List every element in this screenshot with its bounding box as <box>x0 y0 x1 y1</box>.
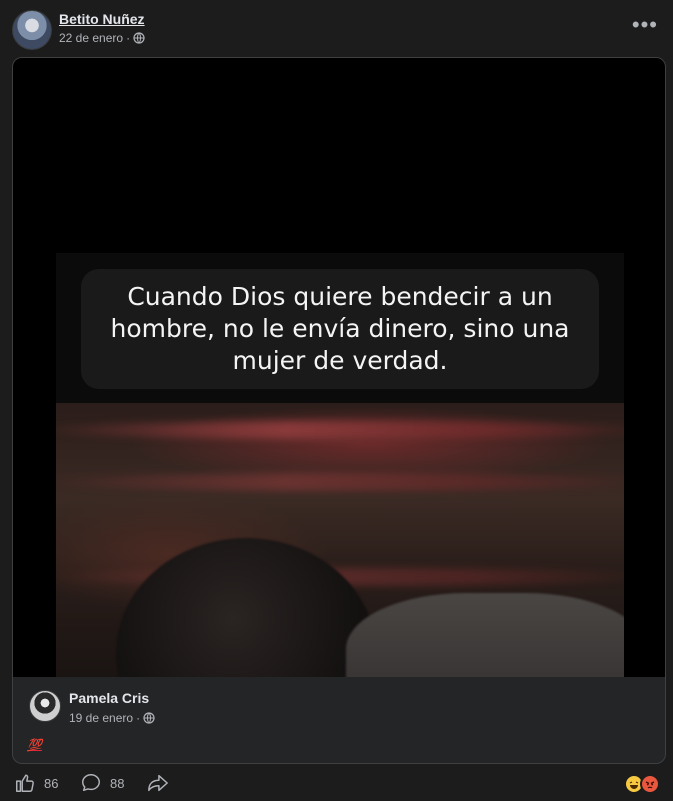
like-count: 86 <box>44 775 59 791</box>
reactions-summary[interactable] <box>624 774 662 796</box>
comment-count: 88 <box>110 775 125 791</box>
thumbs-up-icon <box>16 774 34 792</box>
angry-face-icon <box>640 774 660 794</box>
globe-icon <box>133 32 145 44</box>
shared-post-card[interactable]: Cuando Dios quiere bendecir a un hombre,… <box>12 57 666 764</box>
hundred-points-icon: 💯 <box>27 738 42 752</box>
original-author-name[interactable]: Pamela Cris <box>69 690 149 706</box>
video-scene-image <box>56 403 624 677</box>
author-avatar[interactable] <box>12 10 52 50</box>
comment-button[interactable]: 88 <box>80 772 124 794</box>
original-post-date[interactable]: 19 de enero <box>69 711 133 725</box>
more-horizontal-icon[interactable]: ••• <box>632 14 658 36</box>
share-button[interactable] <box>146 772 170 794</box>
post-meta: 22 de enero · <box>59 31 145 45</box>
post-action-bar: 86 88 <box>12 772 662 798</box>
video-player[interactable]: Cuando Dios quiere bendecir a un hombre,… <box>13 58 665 677</box>
comment-icon <box>82 774 100 792</box>
like-button[interactable]: 86 <box>14 772 58 794</box>
video-frame: Cuando Dios quiere bendecir a un hombre,… <box>56 253 624 677</box>
post-header: Betito Nuñez 22 de enero · ••• <box>12 8 662 52</box>
meta-separator: · <box>136 711 141 725</box>
video-caption-box: Cuando Dios quiere bendecir a un hombre,… <box>81 269 599 389</box>
meta-separator: · <box>126 31 131 45</box>
post-date[interactable]: 22 de enero <box>59 31 123 45</box>
original-post-header: Pamela Cris 19 de enero · <box>29 690 649 730</box>
globe-icon <box>143 712 155 724</box>
video-caption-text: Cuando Dios quiere bendecir a un hombre,… <box>110 282 570 375</box>
original-author-avatar[interactable] <box>29 690 61 722</box>
original-post-meta: 19 de enero · <box>69 711 155 725</box>
share-icon <box>148 774 168 792</box>
author-name[interactable]: Betito Nuñez <box>59 11 145 27</box>
